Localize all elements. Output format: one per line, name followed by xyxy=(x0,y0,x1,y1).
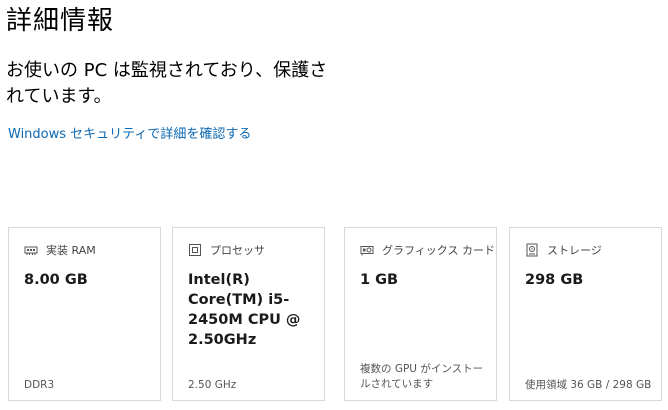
spec-card-footer: 使用領域 36 GB / 298 GB xyxy=(525,379,652,391)
ram-icon xyxy=(24,246,38,255)
spec-card-label: グラフィックス カード xyxy=(382,244,495,257)
spec-card-label: 実装 RAM xyxy=(46,244,96,257)
spec-card-footer: DDR3 xyxy=(24,379,55,391)
spec-card-value: 8.00 GB xyxy=(24,272,88,288)
protection-status-text: お使いの PC は監視されており、保護されています。 xyxy=(6,60,328,107)
spec-card-note: 複数の GPU がインストールされています xyxy=(360,363,484,390)
spec-card-graphics: グラフィックス カード 1 GB 複数の GPU がインストールされています xyxy=(344,227,497,401)
processor-icon xyxy=(189,244,201,256)
page-title: 詳細情報 xyxy=(6,6,115,36)
spec-card-processor: プロセッサ Intel(R) Core(TM) i5-2450M CPU @ 2… xyxy=(172,227,325,401)
windows-security-link[interactable]: Windows セキュリティで詳細を確認する xyxy=(8,126,251,144)
spec-card-label: プロセッサ xyxy=(210,244,265,257)
storage-icon xyxy=(526,243,538,257)
spec-card-header: グラフィックス カード xyxy=(360,242,495,258)
spec-card-ram: 実装 RAM 8.00 GB DDR3 xyxy=(8,227,161,401)
about-page: 詳細情報 お使いの PC は監視されており、保護されています。 Windows … xyxy=(0,0,668,410)
spec-card-label: ストレージ xyxy=(547,244,602,257)
spec-card-value: 1 GB xyxy=(360,272,399,288)
spec-card-value: 298 GB xyxy=(525,272,584,288)
spec-card-storage: ストレージ 298 GB 使用領域 36 GB / 298 GB xyxy=(509,227,662,401)
graphics-card-icon xyxy=(360,246,374,256)
spec-card-footer: 2.50 GHz xyxy=(188,379,237,391)
spec-card-value: Intel(R) Core(TM) i5-2450M CPU @ 2.50GHz xyxy=(188,272,301,348)
spec-card-header: ストレージ xyxy=(525,242,602,258)
spec-card-header: 実装 RAM xyxy=(24,242,96,258)
spec-card-header: プロセッサ xyxy=(188,242,265,258)
